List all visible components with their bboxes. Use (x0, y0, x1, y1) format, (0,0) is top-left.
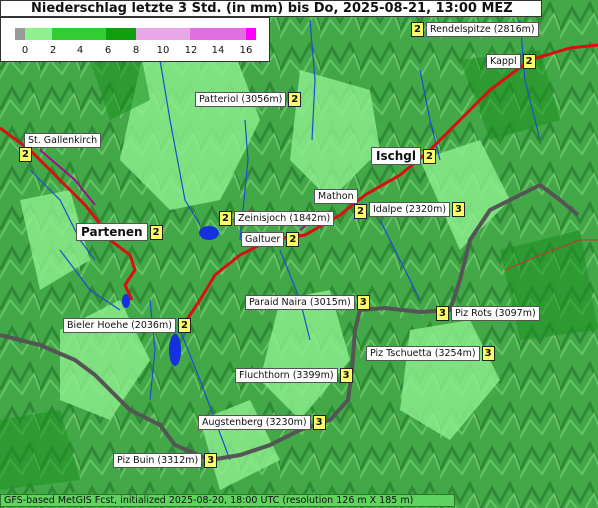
place-name: Ischgl (371, 147, 421, 165)
place-label-mathon: Mathon (314, 189, 358, 204)
place-name: Fluchthorn (3399m) (235, 368, 338, 383)
precip-value: 2 (149, 224, 163, 240)
place-name: Augstenberg (3230m) (198, 415, 311, 430)
precip-value: 2 (522, 54, 536, 69)
precip-value: 2 (177, 318, 191, 333)
legend-tick: 12 (184, 45, 198, 56)
place-label-augstenberg: Augstenberg (3230m) 3 (198, 415, 326, 430)
legend-tick: 0 (21, 45, 29, 56)
place-label-zeinisjoch: 2 Zeinisjoch (1842m) (219, 211, 335, 226)
precip-value: 3 (339, 368, 353, 383)
legend-tick: 8 (132, 45, 140, 56)
place-name: Patteriol (3056m) (195, 92, 287, 107)
precip-value: 2 (411, 22, 424, 37)
place-label-idalpe: Idalpe (2320m) 3 (369, 202, 466, 217)
place-label-galtuer: Galtuer 2 (241, 232, 300, 247)
precip-value: 3 (452, 202, 466, 217)
place-label-patteriol: Patteriol (3056m) 2 (195, 92, 302, 107)
place-label-piz-tschuetta: Piz Tschuetta (3254m) 3 (366, 346, 495, 361)
place-label-fluchthorn: Fluchthorn (3399m) 3 (235, 368, 353, 383)
legend-swatch-4 (136, 28, 190, 40)
place-name: Mathon (314, 189, 358, 204)
precip-value: 3 (436, 306, 449, 321)
place-name: Idalpe (2320m) (369, 202, 451, 217)
place-label-st-gallenkirch: St. Gallenkirch (24, 133, 102, 148)
legend-swatch-3 (106, 28, 136, 40)
legend: 0 2 4 6 8 10 12 14 16 (0, 17, 270, 62)
place-name: Piz Buin (3312m) (113, 453, 203, 468)
place-name: Kappl (486, 54, 521, 69)
precip-value: 2 (286, 232, 300, 247)
precip-value: 3 (204, 453, 218, 468)
place-label-partenen: Partenen 2 (76, 223, 163, 241)
precip-value: 3 (312, 415, 326, 430)
legend-swatch-2 (52, 28, 106, 40)
precip-value: 3 (356, 295, 370, 310)
place-value-mathon: 2 (352, 204, 367, 219)
legend-tick: 2 (49, 45, 57, 56)
legend-tick: 14 (211, 45, 225, 56)
map-title: Niederschlag letzte 3 Std. (in mm) bis D… (0, 0, 542, 17)
legend-tick: 4 (76, 45, 84, 56)
place-label-bieler-hoehe: Bieler Hoehe (2036m) 2 (63, 318, 191, 333)
place-name: Paraid Naira (3015m) (245, 295, 355, 310)
legend-swatch-1 (25, 28, 52, 40)
place-name: Bieler Hoehe (2036m) (63, 318, 176, 333)
legend-swatch-6 (246, 28, 256, 40)
precip-value: 2 (354, 204, 367, 219)
legend-tick: 10 (156, 45, 170, 56)
place-label-piz-buin: Piz Buin (3312m) 3 (113, 453, 218, 468)
place-name: St. Gallenkirch (24, 133, 102, 148)
precip-value: 2 (422, 148, 436, 164)
place-name: Partenen (76, 223, 148, 241)
place-label-rendelspitze: 2 Rendelspitze (2816m) (411, 22, 539, 37)
precip-value: 2 (288, 92, 302, 107)
place-label-paraid-naira: Paraid Naira (3015m) 3 (245, 295, 370, 310)
place-value-st-gallenkirch: 2 (17, 147, 32, 162)
place-label-piz-rots: 3 Piz Rots (3097m) (436, 306, 540, 321)
place-name: Piz Rots (3097m) (451, 306, 540, 321)
legend-tick: 16 (239, 45, 253, 56)
precip-value: 3 (481, 346, 495, 361)
legend-swatch-0 (15, 28, 25, 40)
place-name: Piz Tschuetta (3254m) (366, 346, 480, 361)
place-name: Zeinisjoch (1842m) (234, 211, 335, 226)
terrain-layer (0, 0, 598, 508)
place-label-ischgl: Ischgl 2 (371, 147, 436, 165)
model-info-footer: GFS-based MetGIS Fcst, initialized 2025-… (0, 494, 455, 507)
precip-value: 2 (219, 211, 232, 226)
legend-tick: 6 (104, 45, 112, 56)
precip-value: 2 (19, 147, 32, 162)
place-name: Rendelspitze (2816m) (426, 22, 539, 37)
legend-swatch-5 (190, 28, 246, 40)
precipitation-map: Niederschlag letzte 3 Std. (in mm) bis D… (0, 0, 598, 508)
place-label-kappl: Kappl 2 (486, 54, 536, 69)
place-name: Galtuer (241, 232, 285, 247)
